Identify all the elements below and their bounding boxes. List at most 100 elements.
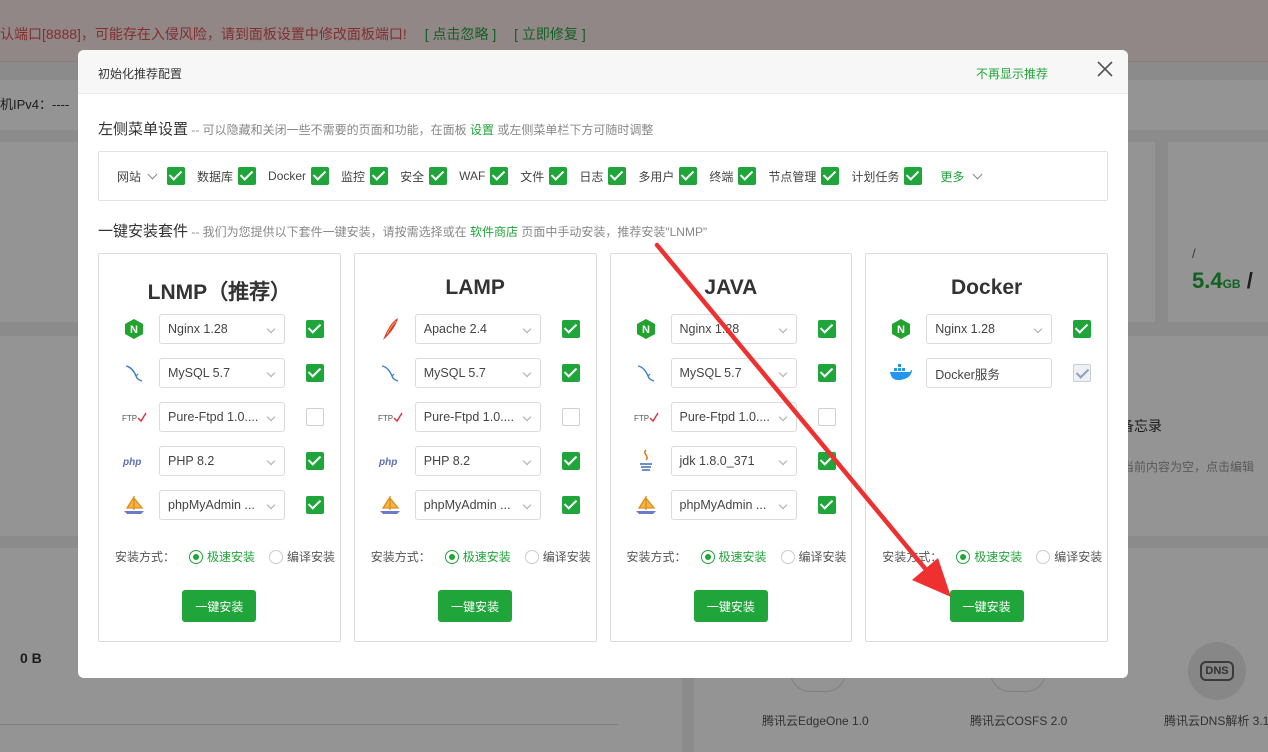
suite-card-java: JAVA N Nginx 1.28 MySQL 5.7 FTP Pure-Ftpd …	[609, 253, 853, 642]
nginx-icon: N	[631, 314, 661, 344]
version-select[interactable]: Apache 2.4	[414, 314, 541, 344]
checkbox[interactable]	[311, 167, 330, 185]
menu-item-docker[interactable]: Docker	[268, 167, 330, 185]
phpmyadmin-icon	[631, 490, 661, 520]
version-select[interactable]: jdk 1.8.0_371	[670, 446, 797, 476]
one-click-install-button[interactable]: 一键安装	[693, 590, 768, 622]
install-mode: 安装方式： 极速安装 编译安装	[115, 549, 336, 564]
checkbox[interactable]	[1073, 320, 1092, 338]
checkbox[interactable]	[561, 452, 580, 470]
software-store-link[interactable]: 软件商店	[470, 225, 518, 239]
radio-fast[interactable]	[189, 549, 204, 564]
version-select[interactable]: Pure-Ftpd 1.0....	[414, 402, 541, 432]
checkbox[interactable]	[561, 364, 580, 382]
checkbox[interactable]	[306, 320, 324, 338]
radio-compile[interactable]	[1036, 549, 1051, 564]
apache-icon	[375, 314, 405, 344]
nginx-icon: N	[119, 314, 149, 344]
checkbox[interactable]	[561, 496, 580, 514]
nginx-icon: N	[886, 314, 916, 344]
install-suite-heading: 一键安装套件 -- 我们为您提供以下套件一键安装，请按需选择或在 软件商店 页面…	[98, 223, 708, 240]
php-icon: php	[375, 446, 405, 476]
suite-title: LAMP	[445, 276, 505, 299]
checkbox[interactable]	[306, 408, 324, 426]
more-menu-button[interactable]: 更多	[940, 168, 987, 185]
menu-item-files[interactable]: 文件	[520, 167, 568, 185]
menu-item-website[interactable]: 网站	[117, 167, 186, 185]
radio-fast[interactable]	[700, 549, 715, 564]
checkbox[interactable]	[429, 167, 448, 185]
menu-toggle-list: 网站 数据库 Docker 监控 安全 WAF 文件 日志 多用户 终端 节点管…	[98, 151, 1108, 201]
version-select[interactable]: MySQL 5.7	[159, 358, 285, 388]
settings-link[interactable]: 设置	[470, 123, 494, 137]
checkbox[interactable]	[306, 452, 324, 470]
ftp-icon: FTP	[119, 402, 149, 432]
close-icon[interactable]	[1094, 58, 1116, 80]
menu-settings-heading: 左侧菜单设置 -- 可以隐藏和关闭一些不需要的页面和功能，在面板 设置 或左侧菜…	[98, 121, 654, 138]
checkbox[interactable]	[904, 167, 923, 185]
checkbox[interactable]	[167, 167, 186, 185]
radio-compile[interactable]	[780, 549, 795, 564]
service-field: Docker服务	[926, 358, 1053, 388]
checkbox[interactable]	[561, 320, 580, 338]
radio-compile[interactable]	[524, 549, 539, 564]
suite-card-docker: Docker N Nginx 1.28 Docker服务 安装方式： 极速安装 编译安…	[865, 253, 1108, 642]
php-icon: php	[119, 446, 149, 476]
radio-compile[interactable]	[269, 549, 284, 564]
one-click-install-button[interactable]: 一键安装	[949, 590, 1024, 622]
version-select[interactable]: Pure-Ftpd 1.0....	[670, 402, 797, 432]
version-select[interactable]: Nginx 1.28	[926, 314, 1053, 344]
checkbox[interactable]	[817, 320, 836, 338]
checkbox[interactable]	[306, 496, 324, 514]
version-select[interactable]: phpMyAdmin ...	[159, 490, 285, 520]
dont-show-again-link[interactable]: 不再显示推荐	[976, 65, 1048, 82]
checkbox[interactable]	[817, 408, 836, 426]
one-click-install-button[interactable]: 一键安装	[182, 590, 257, 622]
install-mode: 安装方式： 极速安装 编译安装	[626, 549, 847, 564]
checkbox[interactable]	[549, 167, 568, 185]
install-mode: 安装方式： 极速安装 编译安装	[882, 549, 1103, 564]
radio-fast[interactable]	[956, 549, 971, 564]
checkbox[interactable]	[370, 167, 389, 185]
version-select[interactable]: MySQL 5.7	[414, 358, 541, 388]
menu-item-nodes[interactable]: 节点管理	[768, 167, 840, 185]
svg-text:FTP: FTP	[378, 414, 393, 423]
chevron-down-icon	[972, 169, 983, 180]
chevron-down-icon[interactable]	[147, 169, 158, 180]
svg-text:FTP: FTP	[634, 414, 649, 423]
checkbox[interactable]	[817, 452, 836, 470]
radio-fast[interactable]	[444, 549, 459, 564]
version-select[interactable]: phpMyAdmin ...	[670, 490, 797, 520]
suite-title: JAVA	[704, 276, 758, 299]
checkbox[interactable]	[306, 364, 324, 382]
checkbox[interactable]	[738, 167, 757, 185]
one-click-install-button[interactable]: 一键安装	[438, 590, 513, 622]
checkbox[interactable]	[679, 167, 698, 185]
checkbox[interactable]	[561, 408, 580, 426]
menu-item-terminal[interactable]: 终端	[709, 167, 757, 185]
checkbox[interactable]	[817, 364, 836, 382]
menu-item-database[interactable]: 数据库	[197, 167, 257, 185]
checkbox[interactable]	[821, 167, 840, 185]
checkbox[interactable]	[817, 496, 836, 514]
version-select[interactable]: MySQL 5.7	[670, 358, 797, 388]
menu-item-multiuser[interactable]: 多用户	[638, 167, 698, 185]
menu-item-monitor[interactable]: 监控	[341, 167, 389, 185]
version-select[interactable]: Nginx 1.28	[670, 314, 797, 344]
svg-text:FTP: FTP	[122, 414, 137, 423]
checkbox[interactable]	[238, 167, 257, 185]
checkbox[interactable]	[490, 167, 509, 185]
version-select[interactable]: PHP 8.2	[414, 446, 541, 476]
version-select[interactable]: Nginx 1.28	[159, 314, 285, 344]
version-select[interactable]: Pure-Ftpd 1.0....	[159, 402, 285, 432]
version-select[interactable]: phpMyAdmin ...	[414, 490, 541, 520]
svg-text:N: N	[897, 324, 905, 336]
checkbox[interactable]	[608, 167, 627, 185]
menu-item-waf[interactable]: WAF	[459, 167, 509, 185]
menu-item-security[interactable]: 安全	[400, 167, 448, 185]
menu-item-logs[interactable]: 日志	[579, 167, 627, 185]
menu-item-cron[interactable]: 计划任务	[851, 167, 923, 185]
mysql-icon	[375, 358, 405, 388]
version-select[interactable]: PHP 8.2	[159, 446, 285, 476]
svg-text:N: N	[642, 324, 650, 336]
